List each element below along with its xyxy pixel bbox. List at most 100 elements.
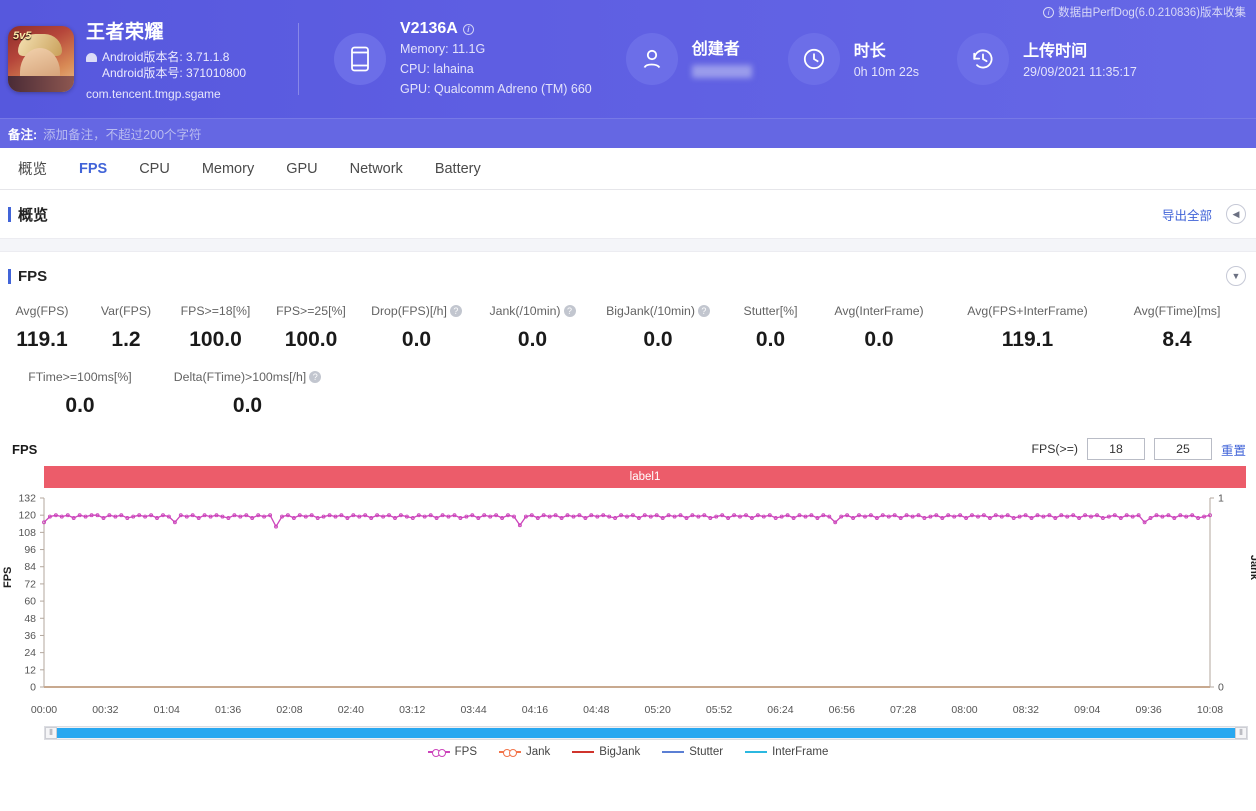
metric-value: 0.0	[755, 328, 786, 351]
metric-label: FPS>=18[%]	[180, 304, 251, 318]
legend-item[interactable]: FPS	[427, 746, 477, 758]
metric-label: Avg(FTime)[ms]	[1133, 304, 1221, 318]
metric-value: 1.2	[111, 328, 141, 351]
app-name: 王者荣耀	[86, 22, 165, 43]
help-icon[interactable]: ?	[563, 305, 576, 317]
section-separator	[0, 238, 1256, 252]
tab-battery[interactable]: Battery	[419, 148, 497, 189]
help-icon[interactable]: ?	[697, 305, 710, 317]
x-tick-label: 04:48	[583, 704, 610, 716]
svg-text:132: 132	[18, 493, 36, 505]
metric-value: 0.0	[232, 394, 263, 417]
app-version-code: Android版本号: 371010800	[102, 66, 247, 80]
x-axis-ticks: 00:00 00:32 01:04 01:36 02:08 02:40 03:12 03:44…	[31, 704, 1223, 724]
device-gpu: GPU: Qualcomm Adreno (TM) 660	[400, 82, 592, 96]
x-tick-label: 09:04	[1074, 704, 1101, 716]
metric-label: FPS>=25[%]	[276, 304, 346, 318]
device-model-text: V2136A	[400, 20, 458, 37]
device-cpu: CPU: lahaina	[400, 62, 474, 76]
metric-jank: Jank(/10min) ? 0.0	[474, 304, 591, 352]
svg-text:36: 36	[24, 630, 36, 642]
scrollbar-thumb[interactable]	[57, 728, 1235, 738]
metric-value: 100.0	[284, 328, 338, 351]
svg-text:24: 24	[24, 647, 36, 659]
android-icon	[86, 53, 97, 62]
metric-bigjank: BigJank(/10min) ? 0.0	[591, 304, 725, 352]
tab-cpu[interactable]: CPU	[123, 148, 186, 189]
scrollbar-right-grip[interactable]: ⦀	[1235, 727, 1247, 739]
legend-swatch	[427, 749, 450, 757]
device-info-block: V2136A i Memory: 11.1G CPU: lahaina GPU:…	[299, 0, 592, 118]
legend-item[interactable]: InterFrame	[745, 746, 828, 758]
metric-value: 0.0	[864, 328, 894, 351]
legend-item[interactable]: Stutter	[662, 746, 723, 758]
device-memory: Memory: 11.1G	[400, 42, 486, 56]
x-tick-label: 00:32	[92, 704, 119, 716]
chart-horizontal-scrollbar[interactable]: ⦀ ⦀	[44, 726, 1248, 740]
legend-swatch	[745, 751, 768, 753]
legend-swatch	[499, 749, 521, 757]
x-tick-label: 01:36	[214, 704, 242, 716]
fps-threshold-low-input[interactable]	[1086, 438, 1145, 460]
reset-link[interactable]: 重置	[1221, 440, 1246, 459]
metrics-row-2: FTime>=100ms[%] 0.0 Delta(FTime)>100ms[/…	[0, 370, 1256, 418]
x-tick-label: 05:20	[644, 704, 671, 716]
tab-gpu[interactable]: GPU	[270, 148, 333, 189]
remark-placeholder[interactable]: 添加备注，不超过200个字符	[43, 124, 201, 143]
app-icon-badge: 5v5	[13, 30, 32, 42]
fps-threshold-label: FPS(>=)	[1031, 442, 1078, 456]
upload-time-title: 上传时间	[1023, 43, 1088, 60]
remark-bar[interactable]: 备注: 添加备注，不超过200个字符	[0, 118, 1256, 148]
legend-label: FPS	[454, 746, 477, 758]
creator-block: 创建者	[592, 0, 752, 118]
app-icon: 5v5	[8, 26, 74, 92]
help-icon[interactable]: ?	[449, 305, 462, 317]
metric-value: 0.0	[643, 328, 673, 351]
collect-note: i 数据由PerfDog(6.0.210836)版本收集	[1043, 4, 1246, 20]
series-label-bar[interactable]: label1	[44, 466, 1246, 488]
y-axis-title-right: Jank	[1248, 554, 1256, 580]
chart-title: FPS	[12, 441, 38, 457]
user-icon	[625, 33, 678, 85]
metrics-row-1: Avg(FPS) 119.1 Var(FPS) 1.2 FPS>=18[%] 1…	[0, 304, 1256, 352]
legend-item[interactable]: Jank	[499, 746, 550, 758]
x-tick-label: 00:00	[30, 704, 58, 716]
app-version-block: Android版本名: 3.71.1.8 Android版本号: 3710108…	[86, 49, 246, 81]
x-tick-label: 02:40	[337, 704, 364, 716]
history-icon	[957, 33, 1010, 85]
device-model: V2136A i	[400, 20, 592, 38]
device-info-icon[interactable]: i	[462, 23, 474, 35]
chart-legend: FPS Jank BigJank Stutter InterFrame	[0, 746, 1256, 758]
tab-memory[interactable]: Memory	[186, 148, 270, 189]
duration-value: 0h 10m 22s	[853, 65, 920, 79]
svg-text:108: 108	[18, 527, 36, 539]
creator-title: 创建者	[691, 41, 740, 58]
svg-text:84: 84	[24, 561, 36, 573]
fps-chart[interactable]: FPS Jank 0 12 24 36 48 60 72 84 96 108 120 132 0 1	[0, 492, 1256, 704]
legend-item[interactable]: BigJank	[572, 746, 640, 758]
overview-section-header: 概览 导出全部 ◀	[0, 190, 1256, 238]
metric-label: Delta(FTime)>100ms[/h]	[173, 370, 307, 384]
legend-label: InterFrame	[772, 746, 829, 758]
metric-label: Avg(InterFrame)	[834, 304, 924, 318]
collapse-left-icon[interactable]: ◀	[1226, 204, 1246, 224]
metric-label: Jank(/10min)	[489, 304, 561, 318]
fps-chart-svg: 0 12 24 36 48 60 72 84 96 108 120 132 0 1	[18, 493, 1224, 694]
export-all-link[interactable]: 导出全部	[1162, 205, 1212, 224]
metric-value: 0.0	[517, 328, 548, 351]
metric-label: Drop(FPS)[/h]	[371, 304, 447, 318]
scrollbar-left-grip[interactable]: ⦀	[45, 727, 57, 739]
svg-text:0: 0	[1218, 682, 1224, 694]
fps-accent-bar	[8, 268, 11, 284]
x-tick-label: 01:04	[153, 704, 180, 716]
app-package: com.tencent.tmgp.sgame	[86, 87, 221, 101]
info-icon: i	[1043, 6, 1055, 18]
tab-network[interactable]: Network	[334, 148, 419, 189]
metric-label: Avg(FPS)	[15, 304, 69, 318]
fps-threshold-high-input[interactable]	[1153, 438, 1212, 460]
tab-fps[interactable]: FPS	[63, 148, 123, 189]
help-icon[interactable]: ?	[309, 371, 322, 383]
tab-overview[interactable]: 概览	[2, 148, 63, 189]
clock-icon	[787, 33, 840, 85]
chevron-down-icon[interactable]: ▼	[1226, 266, 1246, 286]
